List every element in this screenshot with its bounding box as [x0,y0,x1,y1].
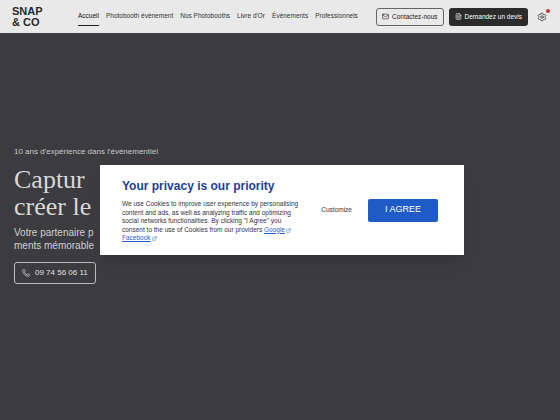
provider-link[interactable]: Facebook [122,234,157,243]
dialog-body: We use Cookies to improve user experienc… [122,200,300,243]
contact-button[interactable]: Contactez-nous [376,8,444,26]
logo[interactable]: SNAP& CO [12,6,72,28]
nav-item[interactable]: Nos Photobooths [180,7,230,26]
cookie-dialog: Your privacy is our priority We use Cooki… [100,165,464,255]
nav-item[interactable]: Événements [272,7,308,26]
logo-text: & CO [12,17,72,28]
agree-button[interactable]: I AGREE [368,199,438,222]
gear-icon [537,12,547,22]
notification-dot [546,9,550,13]
nav-item[interactable]: Professionnels [315,7,358,26]
document-icon [455,13,462,20]
customize-link[interactable]: Customize [321,205,352,215]
phone-icon [22,269,30,277]
mail-icon [382,13,389,20]
page: SNAP& CO Accueil Photobooth événement Nos P… [0,0,560,420]
settings-button[interactable] [536,11,548,23]
phone-button[interactable]: 09 74 56 06 11 [14,262,96,284]
dialog-title: Your privacy is our priority [122,177,300,195]
nav-item[interactable]: Photobooth événement [106,7,173,26]
nav-item[interactable]: Accueil [78,7,99,26]
quote-button[interactable]: Demandez un devis [449,8,528,26]
external-link-icon [152,236,157,241]
logo-text: SNAP [12,6,72,17]
nav-item[interactable]: Livre d'Or [237,7,265,26]
top-nav: SNAP& CO Accueil Photobooth événement Nos P… [0,0,560,33]
main-menu: Accueil Photobooth événement Nos Photoboot… [78,7,358,26]
provider-link[interactable]: Google [264,226,291,235]
external-link-icon [286,228,291,233]
hero-eyebrow: 10 ans d'expérience dans l'événementiel [14,146,560,158]
